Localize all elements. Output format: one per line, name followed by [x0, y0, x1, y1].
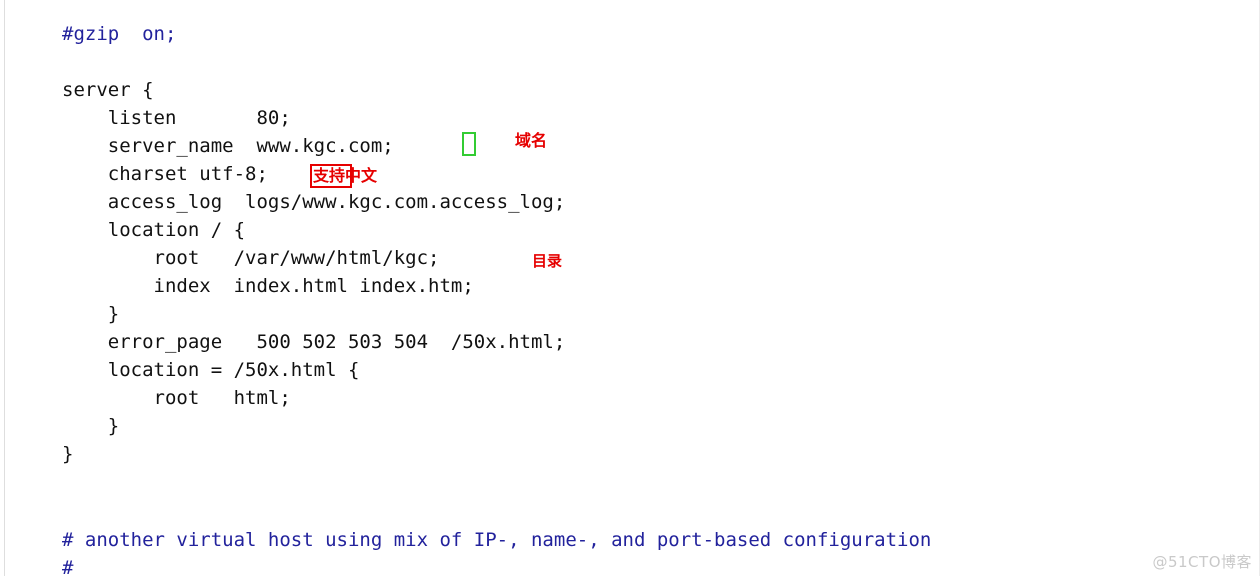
code-line: # another virtual host using mix of IP-,… — [62, 529, 932, 551]
left-edge-rule — [4, 0, 5, 576]
annotation-green-box-server-name — [462, 132, 476, 156]
code-line: access_log logs/www.kgc.com.access_log; — [62, 191, 566, 213]
code-line: server { — [62, 79, 154, 101]
code-line: listen 80; — [62, 107, 291, 129]
code-line: } — [62, 415, 120, 437]
site-watermark: @51CTO博客 — [1152, 553, 1252, 571]
code-line: location = /50x.html { — [62, 359, 360, 381]
code-line: error_page 500 502 503 504 /50x.html; — [62, 331, 566, 353]
annotation-label-domain: 域名 — [515, 131, 548, 150]
code-line: } — [62, 303, 120, 325]
annotation-label-directory: 目录 — [532, 252, 563, 270]
annotation-label-charset: 支持中文 — [313, 166, 378, 185]
code-line: location / { — [62, 219, 246, 241]
code-line: root html; — [62, 387, 291, 409]
code-line: index index.html index.htm; — [62, 275, 474, 297]
nginx-comment-code-block[interactable]: # another virtual host using mix of IP-,… — [62, 526, 931, 582]
code-line: server_name www.kgc.com; — [62, 135, 394, 157]
code-line: # — [62, 557, 74, 579]
code-line: } — [62, 443, 74, 465]
screenshot-canvas: #gzip on; server { listen 80; server_name… — [0, 0, 1260, 579]
code-line: root /var/www/html/kgc; — [62, 247, 440, 269]
nginx-config-code-block[interactable]: #gzip on; server { listen 80; server_name… — [62, 20, 565, 468]
code-line: #gzip on; — [62, 23, 177, 45]
